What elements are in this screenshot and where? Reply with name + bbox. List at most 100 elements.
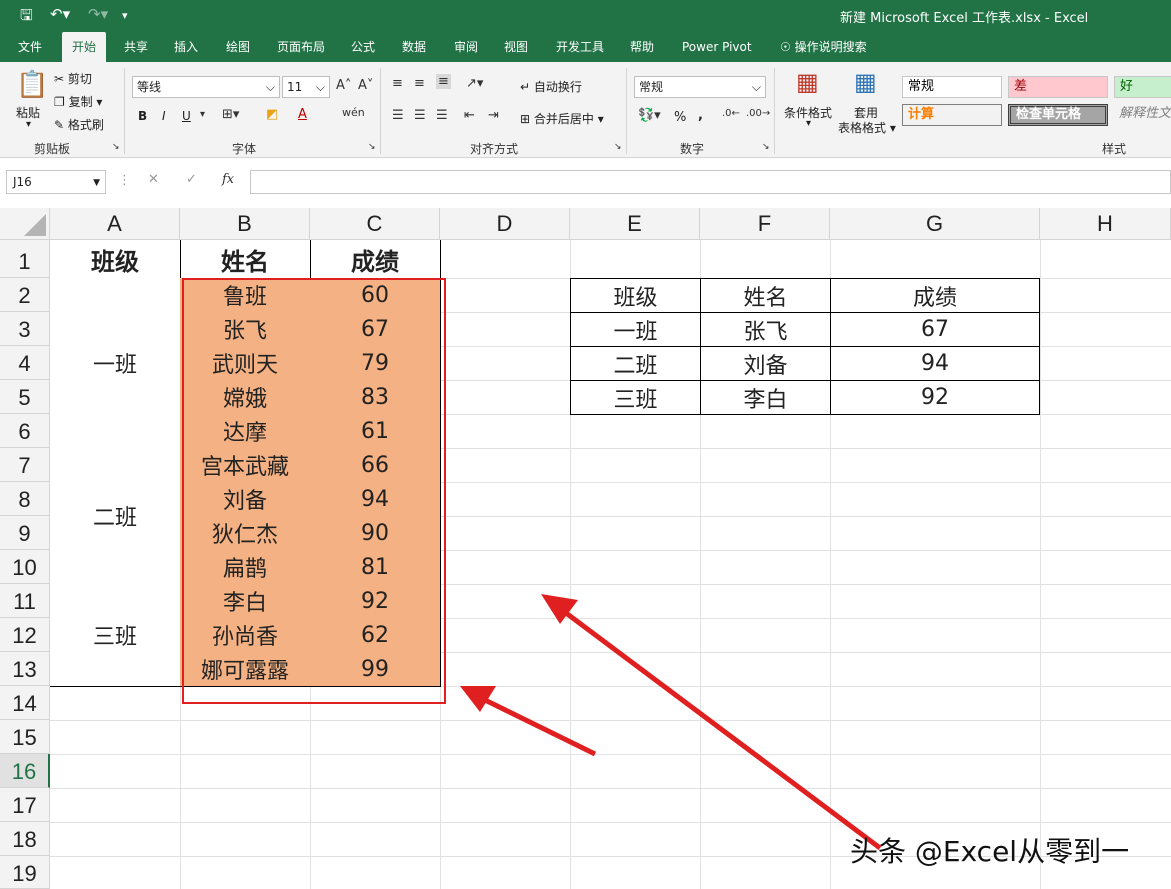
window-title: 新建 Microsoft Excel 工作表.xlsx - Excel: [840, 11, 1089, 26]
chevron-down-icon: ⌵: [265, 80, 275, 94]
align-left-icon[interactable]: ☰: [392, 108, 404, 123]
copy-button[interactable]: ❐ 复制 ▾: [54, 93, 102, 110]
divider: [774, 68, 775, 154]
style-bad[interactable]: 差: [1008, 76, 1108, 98]
accounting-format-icon[interactable]: 💱▾: [638, 108, 661, 123]
save-icon[interactable]: 🖫: [20, 5, 33, 30]
borders-icon[interactable]: ⊞▾: [222, 107, 239, 122]
paste-dropdown-icon[interactable]: ▾: [26, 119, 31, 130]
arrow-line-long: [560, 607, 882, 851]
tab-developer[interactable]: 开发工具: [546, 32, 614, 62]
font-name-select[interactable]: 等线 ⌵: [132, 76, 280, 98]
style-good[interactable]: 好: [1114, 76, 1171, 98]
align-center-icon[interactable]: ☰: [414, 108, 426, 123]
title-bar: 🖫 ↶▾ ↷▾ ▾ 新建 Microsoft Excel 工作表.xlsx - …: [0, 0, 1171, 32]
increase-indent-icon[interactable]: ⇥: [488, 108, 499, 123]
tab-page-layout[interactable]: 页面布局: [267, 32, 335, 62]
table-format-label-2: 表格格式: [838, 121, 887, 135]
dialog-launcher-icon[interactable]: ↘: [112, 142, 120, 152]
dialog-launcher-icon[interactable]: ↘: [614, 142, 622, 152]
conditional-format-icon[interactable]: ▦: [796, 68, 819, 96]
align-right-icon[interactable]: ☰: [436, 108, 448, 123]
align-top-icon[interactable]: ≡: [392, 76, 403, 91]
chevron-down-icon: ⌵: [315, 80, 325, 94]
cut-label: 剪切: [67, 72, 92, 86]
chevron-down-icon: ▼: [93, 178, 100, 188]
undo-icon[interactable]: ↶▾: [50, 5, 70, 23]
tab-data[interactable]: 数据: [392, 32, 436, 62]
dialog-launcher-icon[interactable]: ↘: [368, 142, 376, 152]
tab-file[interactable]: 文件: [8, 32, 52, 62]
style-normal[interactable]: 常规: [902, 76, 1002, 98]
watermark: 头条 @Excel从零到一: [850, 835, 1130, 868]
underline-dropdown-icon[interactable]: ▾: [200, 109, 205, 120]
tab-share[interactable]: 共享: [114, 32, 158, 62]
formula-input[interactable]: [250, 170, 1171, 194]
fill-color-icon[interactable]: ◩: [266, 107, 278, 122]
divider: [380, 68, 381, 154]
paste-icon[interactable]: 📋: [16, 70, 48, 100]
comma-button[interactable]: ,: [698, 108, 703, 123]
table-format-button[interactable]: 表格格式 ▾: [838, 119, 896, 136]
confirm-entry-icon[interactable]: ✓: [186, 172, 197, 187]
tab-power-pivot[interactable]: Power Pivot: [672, 32, 762, 62]
name-box[interactable]: J16 ▼: [6, 170, 106, 194]
cancel-entry-icon[interactable]: ✕: [148, 172, 159, 187]
group-label-number: 数字: [680, 142, 705, 156]
increase-font-icon[interactable]: A˄: [336, 78, 351, 93]
redo-icon[interactable]: ↷▾: [88, 5, 108, 23]
more-options-icon: ⋮: [118, 173, 131, 188]
tab-view[interactable]: 视图: [494, 32, 538, 62]
formula-bar: J16 ▼ ⋮ ✕ ✓ fx: [0, 158, 1171, 208]
bold-button[interactable]: B: [138, 109, 147, 123]
wrap-text-button[interactable]: ↵ 自动换行: [520, 78, 582, 95]
align-middle-icon[interactable]: ≡: [414, 76, 425, 91]
group-label-styles: 样式: [1102, 142, 1127, 156]
underline-button[interactable]: U: [182, 109, 191, 123]
dialog-launcher-icon[interactable]: ↘: [762, 142, 770, 152]
font-name-value: 等线: [137, 80, 162, 94]
conditional-format-dropdown-icon[interactable]: ▾: [806, 118, 811, 129]
table-format-icon[interactable]: ▦: [854, 68, 877, 96]
tab-insert[interactable]: 插入: [164, 32, 208, 62]
arrow-line-short: [483, 697, 597, 757]
tab-formulas[interactable]: 公式: [341, 32, 385, 62]
wrap-text-label: 自动换行: [533, 80, 582, 94]
percent-button[interactable]: %: [674, 110, 686, 125]
increase-decimal-icon[interactable]: .0←: [722, 108, 740, 119]
style-check-cell[interactable]: 检查单元格: [1008, 104, 1108, 126]
number-format-select[interactable]: 常规 ⌵: [634, 76, 766, 98]
arrow-head-short: [460, 686, 496, 712]
font-color-icon[interactable]: A: [298, 107, 307, 122]
tell-me-search[interactable]: ☉ 操作说明搜索: [770, 32, 877, 62]
merge-center-label: 合并后居中: [533, 112, 594, 126]
font-size-select[interactable]: 11 ⌵: [282, 76, 330, 98]
italic-button[interactable]: I: [162, 109, 166, 123]
customize-toolbar-icon[interactable]: ▾: [122, 9, 128, 22]
decrease-font-icon[interactable]: A˅: [358, 78, 373, 93]
chevron-down-icon: ⌵: [751, 80, 761, 94]
font-size-value: 11: [287, 80, 303, 94]
number-format-value: 常规: [639, 80, 664, 94]
tab-draw[interactable]: 绘图: [216, 32, 260, 62]
ribbon-home: 📋 粘贴 ▾ ✂ 剪切 ❐ 复制 ▾ ✎ 格式刷 剪贴板 ↘ 等线 ⌵ 11 ⌵ A…: [0, 62, 1171, 158]
group-label-clipboard: 剪贴板: [34, 142, 71, 156]
style-calculation[interactable]: 计算: [902, 104, 1002, 126]
tab-home[interactable]: 开始: [62, 32, 107, 62]
divider: [124, 68, 125, 154]
merge-center-button[interactable]: ⊞ 合并后居中 ▾: [520, 110, 604, 127]
tab-review[interactable]: 审阅: [444, 32, 488, 62]
decrease-indent-icon[interactable]: ⇤: [464, 108, 475, 123]
cut-button[interactable]: ✂ 剪切: [54, 70, 92, 87]
style-explanatory[interactable]: 解释性文: [1114, 104, 1171, 126]
format-painter-button[interactable]: ✎ 格式刷: [54, 116, 104, 133]
lightbulb-icon: ☉: [780, 40, 791, 54]
tab-help[interactable]: 帮助: [620, 32, 664, 62]
phonetic-guide-icon[interactable]: wén: [342, 106, 365, 119]
align-bottom-icon[interactable]: ≡: [436, 74, 451, 89]
worksheet-grid[interactable]: A B C D E F G H 1 2 3 4 5 6 7 8 9 10 11 …: [0, 208, 1171, 889]
decrease-decimal-icon[interactable]: .00→: [746, 108, 770, 119]
orientation-icon[interactable]: ↗▾: [466, 76, 483, 91]
group-label-alignment: 对齐方式: [470, 142, 519, 156]
insert-function-icon[interactable]: fx: [222, 172, 234, 187]
